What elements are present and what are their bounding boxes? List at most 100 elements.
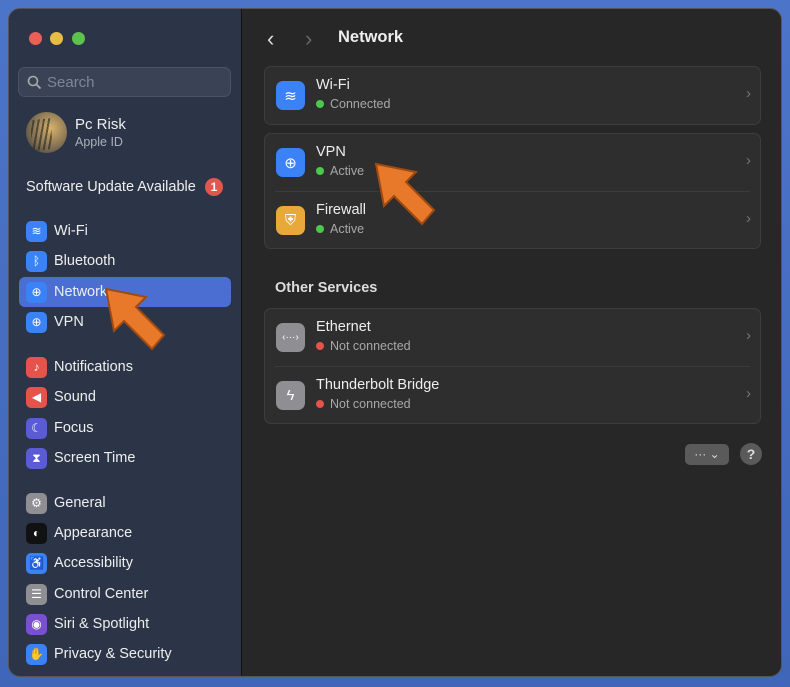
row-vpn[interactable]: ⊕ VPN Active › [265,134,760,191]
sidebar-item-accessibility[interactable]: ♿ Accessibility [19,548,231,578]
vpn-globe-icon: ⊕ [276,148,305,177]
sidebar-item-screen-time[interactable]: ⧗ Screen Time [19,443,231,473]
sidebar-item-bluetooth[interactable]: ᛒ Bluetooth [19,246,231,276]
shield-icon: ⛨ [276,206,305,235]
sidebar-item-label: Network [54,284,108,300]
sidebar-item-label: General [54,495,106,511]
bluetooth-icon: ᛒ [26,250,47,272]
thunderbolt-icon: ϟ [276,381,305,410]
globe-icon: ⊕ [26,281,47,303]
sidebar-item-label: Accessibility [54,555,133,571]
row-title: Thunderbolt Bridge [316,377,440,393]
hourglass-icon: ⧗ [26,447,47,469]
row-ethernet[interactable]: ‹···› Ethernet Not connected › [265,309,760,366]
sidebar-item-label: Notifications [54,359,133,375]
sidebar-item-label: Appearance [54,525,133,541]
control-center-icon: ☰ [26,583,47,605]
sidebar-item-label: VPN [54,314,84,330]
sidebar-item-label: Control Center [54,586,149,602]
status-text: Active [330,164,365,178]
help-button[interactable]: ? [740,443,762,465]
row-title: Wi-Fi [316,77,350,93]
row-wi-fi[interactable]: ≋ Wi-Fi Connected › [265,67,760,124]
row-status: Connected [316,97,390,111]
search-placeholder: Search [47,74,95,91]
ethernet-icon: ‹···› [276,323,305,352]
sidebar-item-label: Screen Time [54,450,136,466]
row-status: Active [316,222,364,236]
status-text: Connected [330,97,391,111]
row-status: Not connected [316,397,411,411]
wifi-group: ≋ Wi-Fi Connected › [264,66,761,125]
siri-icon: ◉ [26,613,47,635]
sidebar-item-label: Wi-Fi [54,223,88,239]
chevron-right-icon: › [746,327,751,344]
update-badge: 1 [205,178,223,196]
user-name[interactable]: Pc Risk [75,116,126,133]
sidebar-item-sound[interactable]: ◀ Sound [19,382,231,412]
appearance-icon: ◐ [26,522,47,544]
apple-id-label[interactable]: Apple ID [75,135,123,149]
page-title: Network [338,28,404,46]
row-title: Firewall [316,202,366,218]
status-dot [316,167,324,175]
sidebar: Search Pc Risk Apple ID Software Update … [9,9,242,676]
row-title: Ethernet [316,319,371,335]
system-settings-window: Search Pc Risk Apple ID Software Update … [8,8,782,677]
sidebar-item-label: Siri & Spotlight [54,616,150,632]
status-text: Not connected [330,397,411,411]
vpn-firewall-group: ⊕ VPN Active › ⛨ Firewall Active › [264,133,761,249]
sidebar-item-focus[interactable]: ☾ Focus [19,413,231,443]
speaker-icon: ◀ [26,386,47,408]
sidebar-item-network[interactable]: ⊕ Network [19,277,231,307]
chevron-right-icon: › [746,85,751,102]
minimize-button[interactable] [50,32,63,45]
status-dot [316,100,324,108]
sidebar-item-siri-spotlight[interactable]: ◉ Siri & Spotlight [19,609,231,639]
sidebar-item-privacy-security[interactable]: ✋ Privacy & Security [19,639,231,669]
section-header-other-services: Other Services [275,280,378,296]
search-icon [27,75,42,90]
sidebar-item-appearance[interactable]: ◐ Appearance [19,518,231,548]
status-text: Active [330,222,365,236]
bell-icon: ♪ [26,356,47,378]
sidebar-item-label: Privacy & Security [54,646,172,662]
avatar[interactable] [26,112,67,153]
hand-icon: ✋ [26,643,47,665]
sidebar-item-wi-fi[interactable]: ≋ Wi-Fi [19,216,231,246]
moon-icon: ☾ [26,417,47,439]
row-thunderbolt-bridge[interactable]: ϟ Thunderbolt Bridge Not connected › [275,366,751,423]
software-update-link[interactable]: Software Update Available [26,179,196,195]
wifi-icon: ≋ [26,220,47,242]
sidebar-item-vpn[interactable]: ⊕ VPN [19,307,231,337]
forward-button[interactable]: › [305,26,312,52]
sidebar-item-notifications[interactable]: ♪ Notifications [19,352,231,382]
row-status: Active [316,164,364,178]
other-services-group: ‹···› Ethernet Not connected › ϟ Thunderb… [264,308,761,424]
close-button[interactable] [29,32,42,45]
chevron-right-icon: › [746,385,751,402]
back-button[interactable]: ‹ [267,26,274,52]
search-input[interactable]: Search [18,67,231,97]
sidebar-item-general[interactable]: ⚙ General [19,488,231,518]
more-actions-button[interactable]: ··· ⌄ [685,444,729,465]
accessibility-icon: ♿ [26,552,47,574]
zoom-button[interactable] [72,32,85,45]
sidebar-item-label: Sound [54,389,96,405]
wifi-icon: ≋ [276,81,305,110]
main-pane: ‹ › Network ≋ Wi-Fi Connected › ⊕ VPN Ac… [243,9,781,676]
status-text: Not connected [330,339,411,353]
status-dot [316,400,324,408]
chevron-right-icon: › [746,210,751,227]
row-status: Not connected [316,339,411,353]
sidebar-item-label: Bluetooth [54,253,116,269]
status-dot [316,342,324,350]
sidebar-item-control-center[interactable]: ☰ Control Center [19,579,231,609]
status-dot [316,225,324,233]
chevron-right-icon: › [746,152,751,169]
sidebar-item-label: Focus [54,420,94,436]
row-firewall[interactable]: ⛨ Firewall Active › [275,191,751,248]
vpn-globe-icon: ⊕ [26,311,47,333]
gear-icon: ⚙ [26,492,47,514]
row-title: VPN [316,144,346,160]
